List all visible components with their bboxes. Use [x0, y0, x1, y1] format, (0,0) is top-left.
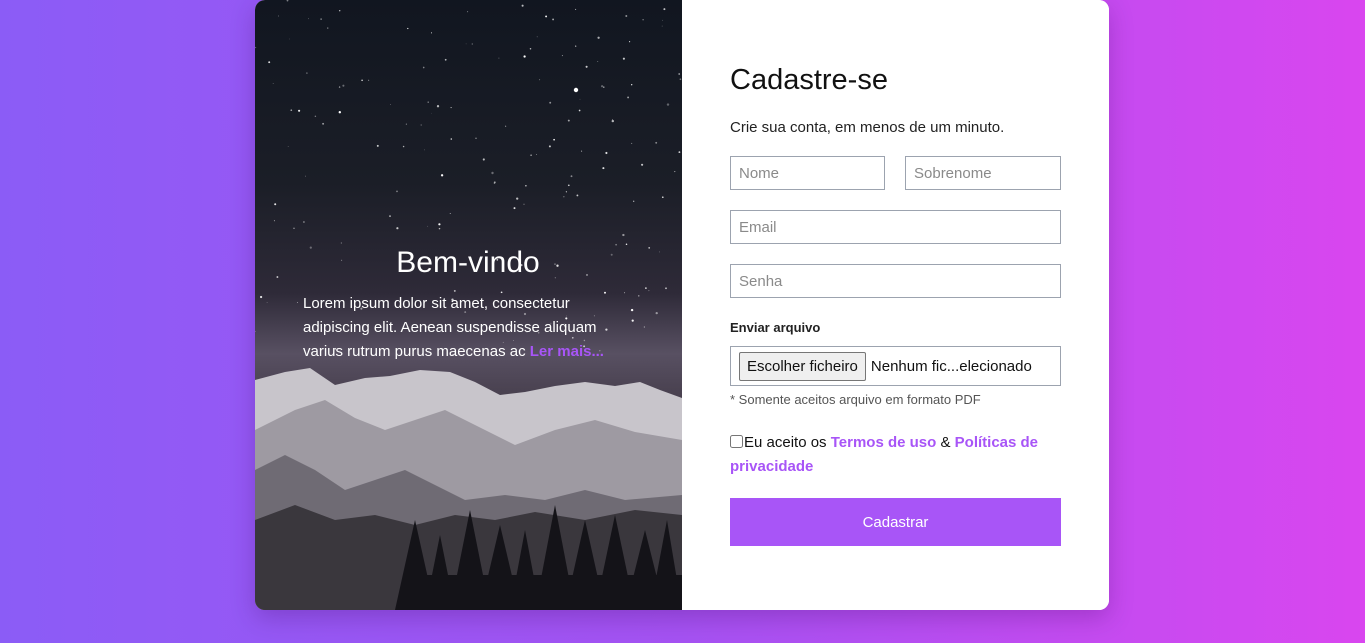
last-name-input[interactable]: [905, 156, 1061, 190]
welcome-text: Bem-vindo Lorem ipsum dolor sit amet, co…: [303, 246, 633, 364]
terms-and-text: &: [936, 434, 955, 451]
file-status-text: Nenhum fic...elecionado: [870, 357, 1032, 375]
signup-card: Bem-vindo Lorem ipsum dolor sit amet, co…: [255, 0, 1109, 610]
read-more-link[interactable]: Ler mais...: [530, 343, 604, 360]
file-format-hint: * Somente aceitos arquivo em formato PDF: [730, 392, 981, 407]
choose-file-button[interactable]: Escolher ficheiro: [739, 351, 866, 381]
welcome-description: Lorem ipsum dolor sit amet, consectetur …: [303, 292, 633, 364]
terms-prefix-text: Eu aceito os: [744, 434, 831, 451]
welcome-panel: Bem-vindo Lorem ipsum dolor sit amet, co…: [255, 0, 682, 610]
email-input[interactable]: [730, 210, 1061, 244]
password-input[interactable]: [730, 264, 1061, 298]
file-upload-label: Enviar arquivo: [730, 320, 821, 335]
form-subtitle: Crie sua conta, em menos de um minuto.: [730, 119, 1005, 136]
first-name-input[interactable]: [730, 156, 885, 190]
signup-form-panel: Cadastre-se Crie sua conta, em menos de …: [682, 0, 1109, 610]
submit-button[interactable]: Cadastrar: [730, 498, 1061, 546]
terms-agreement: Eu aceito os Termos de uso & Políticas d…: [730, 431, 1061, 479]
terms-of-use-link[interactable]: Termos de uso: [831, 434, 937, 451]
file-upload-field[interactable]: Escolher ficheiro Nenhum fic...elecionad…: [730, 346, 1061, 386]
welcome-title: Bem-vindo: [396, 246, 540, 279]
terms-checkbox[interactable]: [730, 435, 743, 448]
form-title: Cadastre-se: [730, 64, 888, 96]
